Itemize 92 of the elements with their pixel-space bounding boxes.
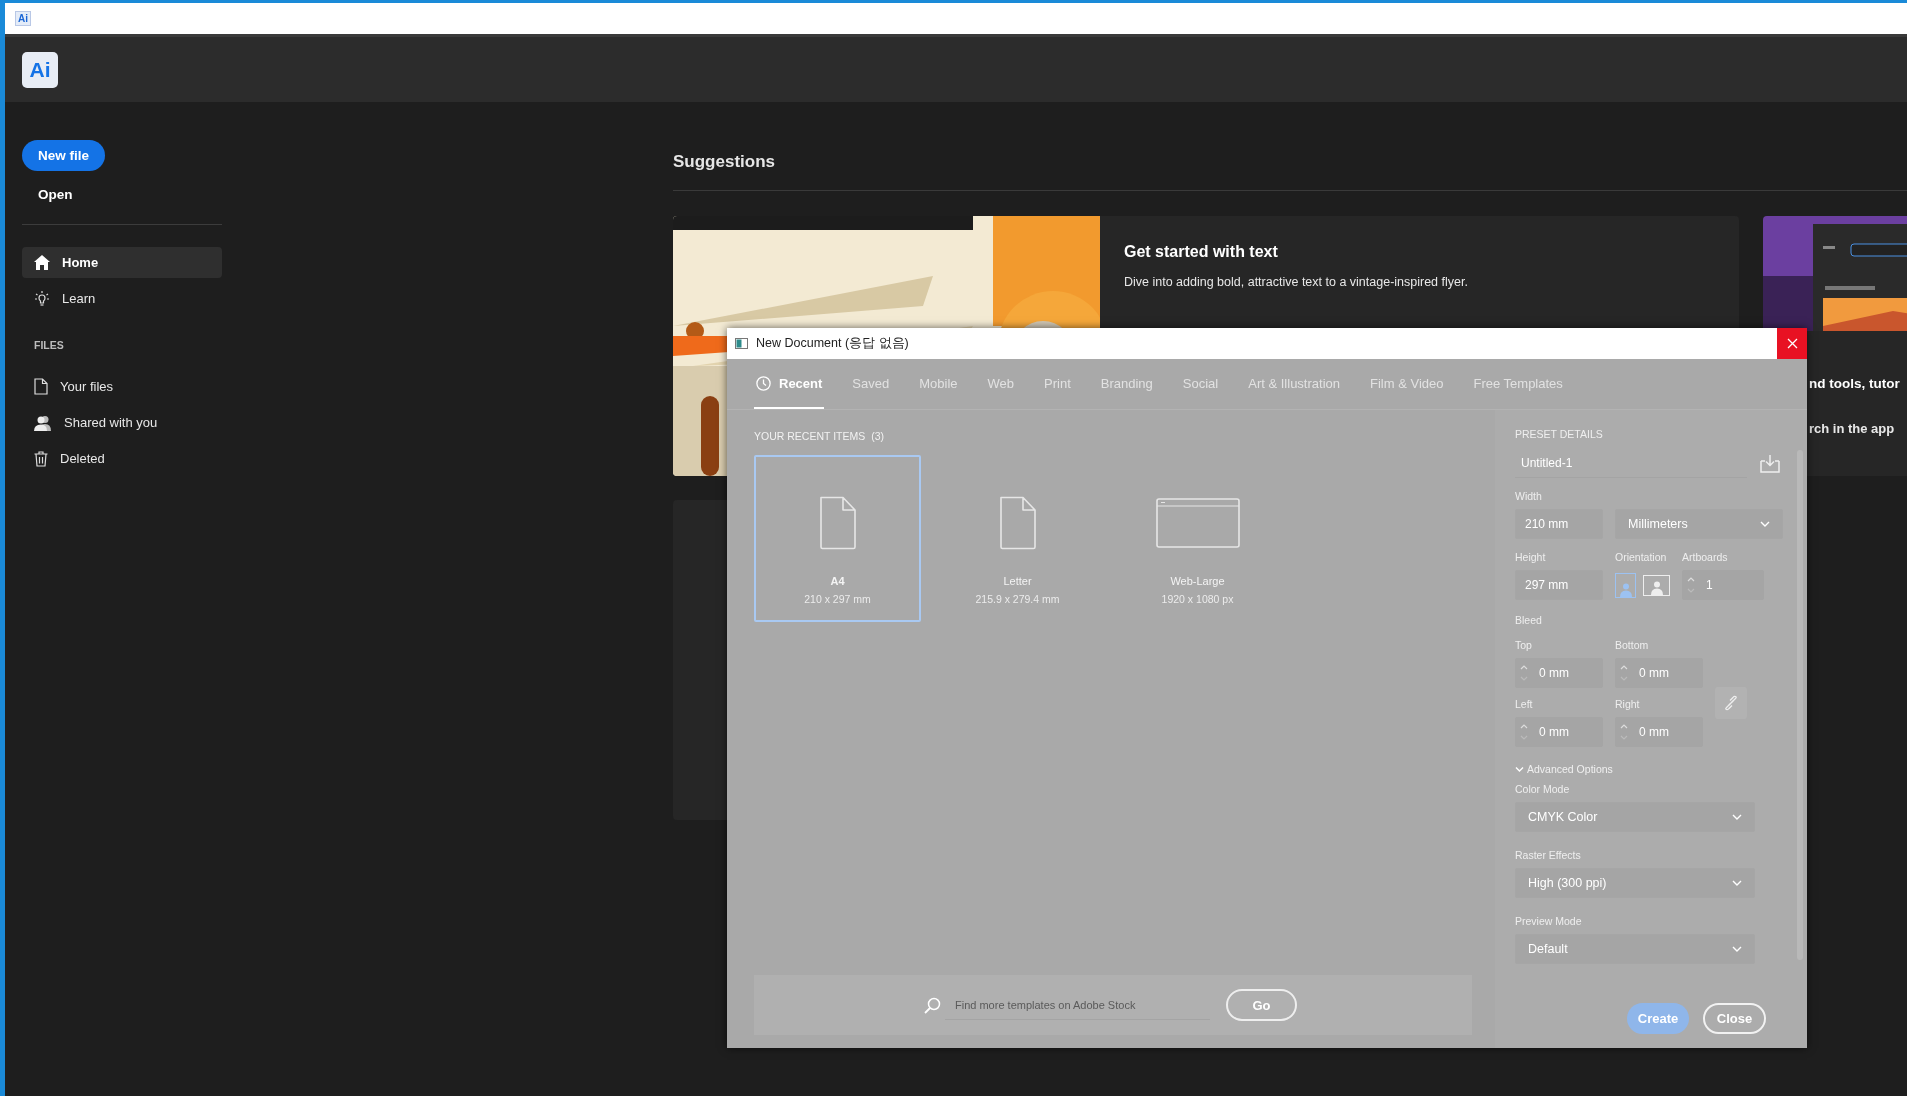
document-icon: [818, 496, 857, 550]
people-icon: [34, 414, 52, 431]
field-label: Color Mode: [1515, 783, 1570, 795]
dropdown[interactable]: High (300 ppi): [1515, 868, 1755, 898]
tab[interactable]: Art & Illustration: [1246, 359, 1342, 409]
save-preset-icon[interactable]: [1760, 453, 1780, 473]
field-label: Right: [1615, 698, 1641, 710]
width-field[interactable]: 210 mm: [1515, 509, 1603, 539]
app-logo: Ai: [22, 51, 58, 88]
tab[interactable]: Film & Video: [1368, 359, 1446, 409]
preset-name: Letter: [1003, 575, 1032, 587]
bleed-field[interactable]: 0 mm: [1515, 717, 1603, 747]
chevron-down-icon: [1732, 814, 1742, 820]
person-icon: [1650, 580, 1663, 595]
section-title: Suggestions: [673, 152, 776, 172]
sidebar-item[interactable]: Home: [22, 247, 222, 278]
preset-size: 1920 x 1080 px: [1161, 593, 1234, 605]
create-button[interactable]: Create: [1627, 1003, 1689, 1034]
trash-icon: [34, 450, 48, 467]
open-button[interactable]: Open: [35, 183, 76, 206]
card-description: Dive into adding bold, attractive text to a vintage-inspired flyer.: [1124, 275, 1468, 289]
name-field[interactable]: Untitled-1: [1515, 448, 1747, 478]
bleed-field[interactable]: 0 mm: [1615, 717, 1703, 747]
go-button[interactable]: Go: [1226, 989, 1297, 1021]
bleed-field[interactable]: 0 mm: [1615, 658, 1703, 688]
field-label: Width: [1515, 490, 1542, 502]
field-label: Height: [1515, 551, 1547, 563]
tab[interactable]: Recent: [754, 359, 825, 409]
sidebar-item[interactable]: Shared with you: [22, 407, 222, 438]
recent-items-heading: YOUR RECENT ITEMS: [754, 430, 866, 442]
section-heading: FILES: [34, 339, 64, 351]
tab[interactable]: Web: [985, 359, 1017, 409]
preset-name: A4: [830, 575, 845, 587]
home-icon: [34, 255, 50, 270]
clock-icon: [756, 375, 771, 391]
section-label: Bleed: [1515, 614, 1542, 626]
card-description: rch in the app: [1809, 421, 1896, 436]
sidebar-item[interactable]: Deleted: [22, 443, 222, 474]
units-dropdown[interactable]: Millimeters: [1615, 509, 1783, 539]
lightbulb-icon: [34, 290, 50, 307]
tab[interactable]: Social: [1180, 359, 1221, 409]
field-label: Artboards: [1682, 551, 1729, 563]
window-icon: [735, 338, 748, 349]
chevron-down-icon: [1732, 880, 1742, 886]
preset-size: 210 x 297 mm: [804, 593, 871, 605]
field-label: Preview Mode: [1515, 915, 1582, 927]
link-button[interactable]: [1715, 687, 1747, 719]
dialog-title: New Document (응답 없음): [756, 335, 910, 352]
link-icon: [1723, 695, 1739, 711]
sidebar-item[interactable]: Learn: [22, 283, 222, 314]
field-label: Top: [1515, 639, 1533, 651]
card-title: nd tools, tutor: [1809, 376, 1901, 391]
field-label: Bottom: [1615, 639, 1650, 651]
chevron-down-icon: [1760, 521, 1770, 527]
artboards-field[interactable]: 1: [1682, 570, 1764, 600]
card-title: Get started with text: [1124, 243, 1279, 261]
search-field[interactable]: Find more templates on Adobe Stock: [945, 990, 1210, 1020]
dropdown[interactable]: CMYK Color: [1515, 802, 1755, 832]
tab[interactable]: Print: [1042, 359, 1073, 409]
person-icon: [1619, 582, 1632, 597]
bleed-field[interactable]: 0 mm: [1515, 658, 1603, 688]
close-button[interactable]: [1777, 328, 1807, 359]
tab[interactable]: Free Templates: [1471, 359, 1565, 409]
app-logo: Ai: [15, 11, 31, 26]
landscape-button[interactable]: [1643, 574, 1670, 596]
tab[interactable]: Branding: [1098, 359, 1155, 409]
tab[interactable]: Saved: [850, 359, 892, 409]
preset-name: Web-Large: [1170, 575, 1225, 587]
field-label: Orientation: [1615, 551, 1668, 563]
preset-tile[interactable]: Letter 215.9 x 279.4 mm: [934, 455, 1101, 622]
panel-heading: PRESET DETAILS: [1515, 428, 1603, 440]
document-icon: [998, 496, 1037, 550]
tab[interactable]: Mobile: [917, 359, 960, 409]
new-file-button[interactable]: New file: [22, 140, 105, 171]
close-button[interactable]: Close: [1703, 1003, 1766, 1034]
chevron-down-icon: [1732, 946, 1742, 952]
preset-size: 215.9 x 279.4 mm: [975, 593, 1060, 605]
chevron-down-icon: [1515, 764, 1524, 774]
recent-items-count: (3): [871, 430, 885, 442]
preset-tile[interactable]: Web-Large 1920 x 1080 px: [1114, 455, 1281, 622]
portrait-button[interactable]: [1615, 572, 1636, 598]
sidebar-item[interactable]: Your files: [22, 371, 222, 402]
close-icon: [1786, 338, 1798, 349]
search-icon: [924, 996, 941, 1014]
dropdown[interactable]: Default: [1515, 934, 1755, 964]
advanced-options-toggle[interactable]: Advanced Options: [1515, 763, 1613, 775]
height-field[interactable]: 297 mm: [1515, 570, 1603, 600]
field-label: Raster Effects: [1515, 849, 1581, 861]
file-icon: [34, 378, 48, 395]
browser-window-icon: [1155, 498, 1240, 548]
field-label: Left: [1515, 698, 1534, 710]
preset-tile[interactable]: A4 210 x 297 mm: [754, 455, 921, 622]
